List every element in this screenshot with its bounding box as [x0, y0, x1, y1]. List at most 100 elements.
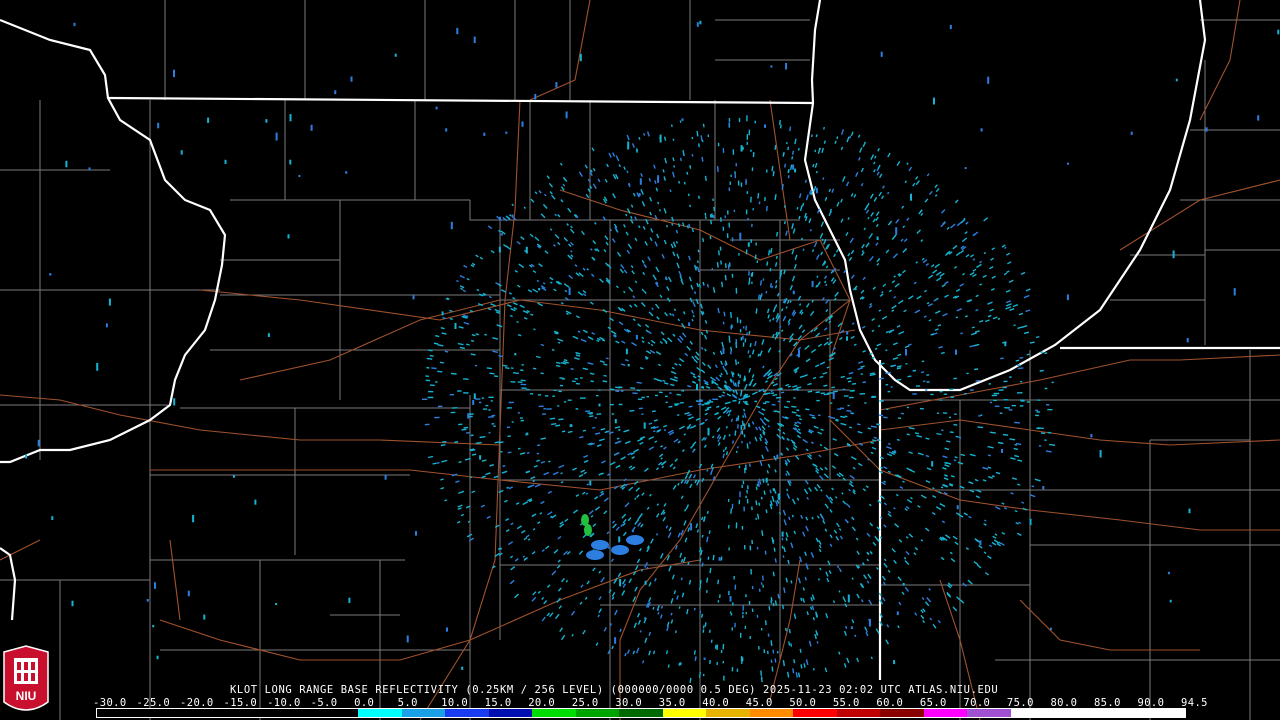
echo-speck: [825, 283, 828, 287]
echo-speck: [743, 408, 746, 412]
echo-speck: [757, 294, 761, 300]
echo-speck: [774, 658, 777, 663]
echo-speck: [851, 577, 854, 580]
echo-speck: [650, 343, 654, 347]
echo-speck: [724, 363, 727, 367]
echo-speck: [394, 53, 397, 57]
echo-speck: [792, 164, 795, 170]
echo-speck: [771, 285, 774, 289]
echo-speck: [459, 346, 465, 350]
echo-speck: [778, 119, 781, 126]
echo-speck: [445, 128, 448, 132]
echo-speck: [925, 437, 930, 440]
echo-speck: [694, 656, 697, 660]
echo-speck: [716, 166, 719, 172]
echo-speck: [505, 131, 508, 134]
echo-speck: [782, 659, 785, 667]
echo-speck: [1067, 162, 1069, 165]
colorbar-segment: [967, 709, 1011, 717]
echo-speck: [643, 422, 646, 429]
echo-speck: [549, 417, 556, 420]
echo-speck: [1277, 29, 1280, 35]
echo-speck: [435, 106, 438, 110]
echo-speck: [469, 476, 473, 479]
echo-speck: [616, 437, 620, 440]
echo-speck: [912, 369, 917, 372]
echo-speck: [502, 364, 508, 367]
echo-speck: [687, 562, 690, 565]
echo-speck: [828, 415, 831, 418]
colorbar-segment: [793, 709, 837, 717]
echo-speck: [730, 346, 733, 352]
echo-speck: [788, 628, 791, 634]
echo-speck: [887, 191, 890, 195]
echo-speck: [334, 90, 337, 95]
echo-speck: [771, 666, 774, 672]
echo-speck: [759, 294, 762, 301]
echo-speck: [761, 575, 764, 581]
echo-speck: [785, 488, 789, 492]
echo-speck: [627, 141, 630, 150]
echo-speck: [781, 531, 784, 537]
echo-speck: [730, 311, 732, 318]
echo-speck: [520, 369, 524, 372]
echo-speck: [692, 314, 695, 318]
echo-speck: [412, 295, 415, 300]
echo-speck: [521, 121, 524, 127]
echo-speck: [774, 304, 778, 308]
echo-speck: [812, 667, 815, 671]
echo-speck: [792, 668, 795, 674]
echo-speck: [817, 578, 821, 581]
echo-speck: [846, 410, 852, 412]
echo-speck: [791, 156, 794, 160]
echo-speck: [696, 260, 699, 264]
echo-speck: [847, 217, 850, 220]
echo-speck: [579, 53, 582, 62]
echo-cluster: [611, 545, 629, 555]
echo-speck: [711, 466, 714, 470]
echo-speck: [928, 319, 932, 322]
echo-speck: [791, 514, 794, 518]
echo-speck: [984, 519, 987, 522]
echo-speck: [450, 372, 457, 375]
echo-speck: [774, 194, 777, 201]
echo-speck: [742, 397, 745, 400]
echo-speck: [662, 379, 666, 382]
echo-speck: [711, 213, 714, 218]
echo-speck: [836, 136, 839, 140]
echo-speck: [152, 625, 155, 628]
echo-speck: [275, 132, 278, 141]
echo-speck: [665, 224, 669, 228]
echo-speck: [454, 323, 457, 329]
echo-speck: [769, 283, 773, 288]
echo-speck: [817, 414, 821, 417]
echo-speck: [762, 402, 767, 405]
echo-speck: [987, 76, 990, 84]
echo-speck: [921, 360, 925, 363]
echo-speck: [639, 630, 642, 633]
echo-speck: [774, 262, 778, 267]
echo-speck: [310, 124, 313, 131]
echo-speck: [920, 371, 925, 374]
echo-speck: [893, 660, 896, 665]
echo-speck: [725, 425, 728, 429]
echo-speck: [686, 225, 689, 229]
echo-speck: [520, 379, 526, 382]
echo-speck: [570, 368, 574, 370]
echo-speck: [815, 187, 818, 194]
echo-speck: [955, 435, 959, 438]
echo-speck: [702, 281, 705, 286]
echo-speck: [828, 188, 831, 192]
echo-speck: [513, 372, 519, 375]
echo-speck: [799, 648, 802, 653]
echo-speck: [456, 27, 459, 35]
echo-speck: [463, 426, 469, 429]
echo-speck: [766, 470, 769, 474]
colorbar-segment: [97, 709, 141, 717]
echo-speck: [709, 235, 712, 240]
echo-speck: [688, 423, 692, 427]
echo-speck: [265, 119, 268, 123]
echo-speck: [764, 550, 767, 555]
echo-speck: [675, 241, 678, 244]
echo-speck: [868, 618, 871, 627]
